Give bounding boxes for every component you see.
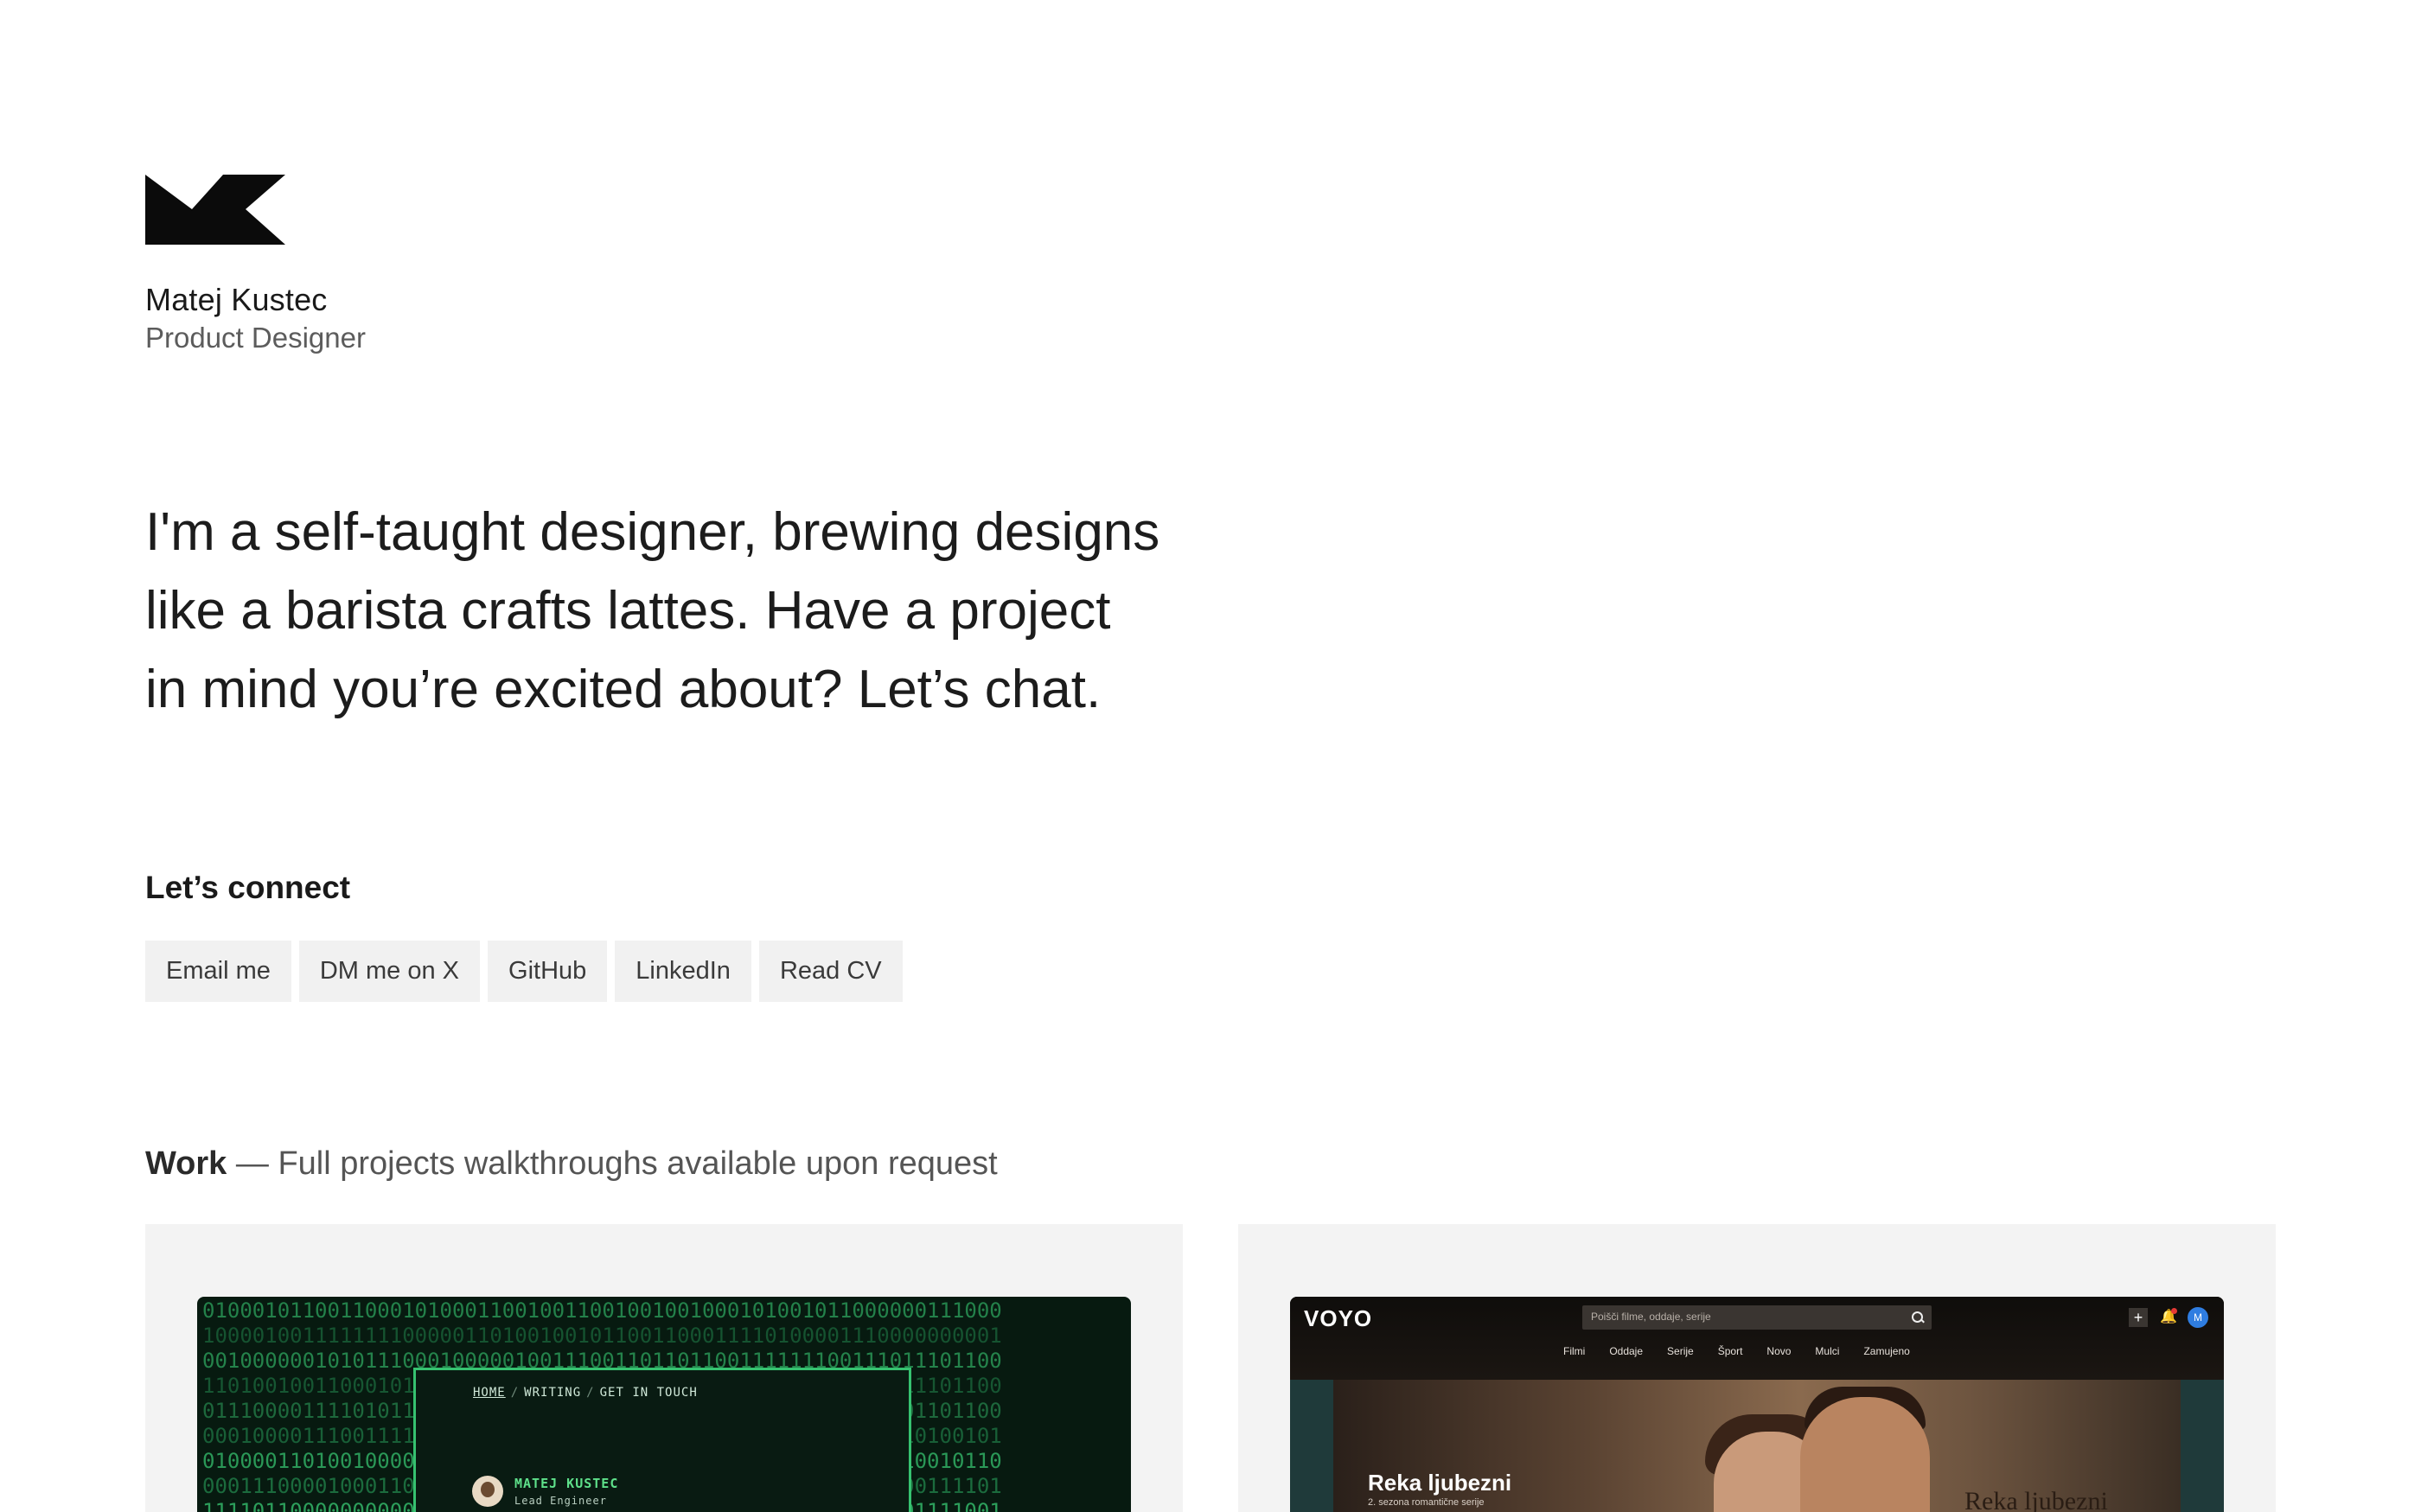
voyo-logo: VOYO: [1304, 1305, 1373, 1331]
svg-text:100001001111111100000110100100: 1000010011111111000001101001001011001100…: [202, 1324, 1002, 1348]
breadcrumb: HOME / WRITING / GET IN TOUCH: [473, 1386, 698, 1400]
work-heading: Work — Full projects walkthroughs availa…: [145, 1145, 998, 1183]
email-button[interactable]: Email me: [145, 941, 291, 1002]
bell-icon: 🔔: [2160, 1308, 2177, 1324]
mini-role: Lead Engineer: [514, 1495, 607, 1507]
search-icon: [1912, 1311, 1923, 1323]
svg-text:010001011001100010100011001001: 0100010110011000101000110010011001001001…: [202, 1298, 1002, 1323]
mini-name: MATEJ KUSTEC: [514, 1476, 619, 1491]
work-subtitle: — Full projects walkthroughs available u…: [227, 1145, 998, 1182]
connect-title: Let’s connect: [145, 870, 351, 905]
user-avatar: M: [2188, 1307, 2208, 1328]
x-dm-button[interactable]: DM me on X: [298, 941, 481, 1002]
hero-script-title: Reka ljubezni: [1964, 1487, 2108, 1512]
read-cv-button[interactable]: Read CV: [758, 941, 903, 1002]
hero-title: Reka ljubezni: [1368, 1470, 1512, 1496]
voyo-nav: Filmi Oddaje Serije Šport Novo Mulci Zam…: [1563, 1345, 1910, 1357]
github-button[interactable]: GitHub: [488, 941, 608, 1002]
voyo-icons: + 🔔 M: [2129, 1307, 2208, 1328]
intro-line: I'm a self-taught designer, brewing desi…: [145, 502, 1160, 562]
carousel-right: [2181, 1380, 2224, 1512]
work-label: Work: [145, 1145, 227, 1182]
connect-links: Email me DM me on X GitHub LinkedIn Read…: [145, 941, 903, 1002]
intro-text: I'm a self-taught designer, brewing desi…: [145, 493, 1269, 729]
intro-line: in mind you’re excited about? Let’s chat…: [145, 660, 1102, 719]
project-card-voyo[interactable]: VOYO Poišči filme, oddaje, serije + 🔔 M …: [1238, 1224, 2276, 1512]
profile-name: Matej Kustec: [145, 282, 328, 317]
linkedin-button[interactable]: LinkedIn: [615, 941, 751, 1002]
project-screenshot: VOYO Poišči filme, oddaje, serije + 🔔 M …: [1290, 1297, 2224, 1512]
project-screenshot: 0100010110011000101000110010011001001001…: [197, 1297, 1131, 1512]
mk-logo: [145, 175, 285, 245]
hero-subtitle: 2. sezona romantične serije: [1368, 1497, 1485, 1508]
carousel-left: [1290, 1380, 1333, 1512]
intro-line: like a barista crafts lattes. Have a pro…: [145, 581, 1111, 641]
plus-icon: +: [2129, 1308, 2148, 1327]
avatar: [472, 1476, 503, 1507]
terminal-window: HOME / WRITING / GET IN TOUCH MATEJ KUSTEC L…: [413, 1368, 911, 1512]
project-card-portfolio[interactable]: 0100010110011000101000110010011001001001…: [145, 1224, 1183, 1512]
profile-role: Product Designer: [145, 322, 366, 354]
voyo-search: Poišči filme, oddaje, serije: [1582, 1305, 1932, 1330]
